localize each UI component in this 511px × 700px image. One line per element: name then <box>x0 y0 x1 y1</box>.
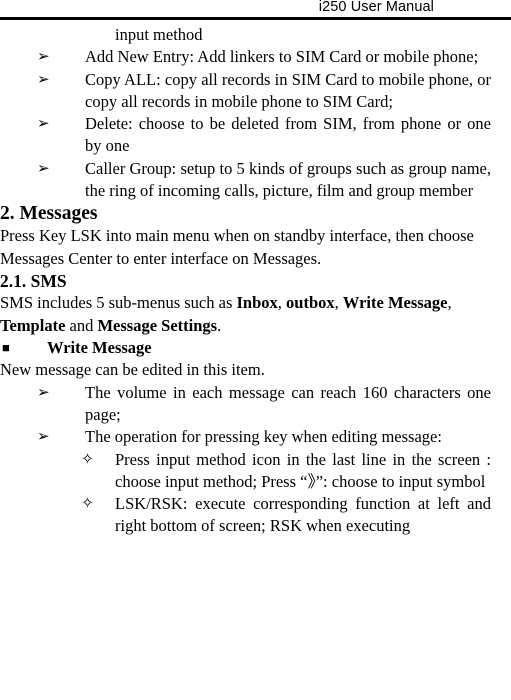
list-item-label: The operation for pressing key when edit… <box>85 427 442 447</box>
list-item: ➢ The volume in each message can reach 1… <box>0 382 491 427</box>
menu-name-template: Template <box>0 315 66 335</box>
square-bullet-icon: ■ <box>2 340 10 356</box>
header-title: i250 User Manual <box>318 0 434 15</box>
arrow-bullet-icon: ➢ <box>37 49 50 66</box>
separator: . <box>217 315 222 335</box>
list-item: ➢ Caller Group: setup to 5 kinds of grou… <box>0 158 491 203</box>
separator: , <box>334 293 343 313</box>
page-body: input method ➢ Add New Entry: Add linker… <box>0 24 511 538</box>
list-item-label: Caller Group: setup to 5 kinds of groups… <box>85 158 491 201</box>
arrow-bullet-icon: ➢ <box>37 160 50 177</box>
heading-sms: 2.1. SMS <box>0 270 67 291</box>
separator: and <box>65 315 98 335</box>
list-item: ➢ Delete: choose to be deleted from SIM,… <box>0 113 491 158</box>
separator: , <box>447 293 452 313</box>
list-item: ➢ Add New Entry: Add linkers to SIM Card… <box>0 46 491 68</box>
heading-messages: 2. Messages <box>0 203 98 225</box>
list-item-label: The volume in each message can reach 160… <box>85 382 491 424</box>
sms-intro-text: SMS includes 5 sub-menus such as <box>0 293 237 313</box>
list-item: ➢ Copy ALL: copy all records in SIM Card… <box>0 69 491 114</box>
list-item: ✧ LSK/RSK: execute corresponding functio… <box>0 493 491 538</box>
list-item: ➢ The operation for pressing key when ed… <box>0 426 491 448</box>
subheading-label: Write Message <box>47 338 152 358</box>
paragraph-messages-intro: Press Key LSK into main menu when on sta… <box>0 226 474 268</box>
subheading-write-message: ■ Write Message <box>0 337 491 359</box>
arrow-bullet-icon: ➢ <box>37 384 50 401</box>
arrow-bullet-icon: ➢ <box>37 116 50 133</box>
header-divider <box>0 17 511 20</box>
menu-name-outbox: outbox <box>286 293 335 313</box>
orphan-continuation-line: input method <box>115 25 203 44</box>
diamond-bullet-icon: ✧ <box>81 450 94 468</box>
list-item-label: Press input method icon in the last line… <box>115 449 491 491</box>
menu-name-write-message: Write Message <box>342 293 448 313</box>
document-page: i250 User Manual input method ➢ Add New … <box>0 0 511 700</box>
separator: , <box>277 293 287 313</box>
list-item-label: Add New Entry: Add linkers to SIM Card o… <box>85 47 479 67</box>
paragraph-sms-intro: SMS includes 5 sub-menus such as Inbox, … <box>0 292 491 337</box>
arrow-bullet-icon: ➢ <box>37 429 50 446</box>
diamond-bullet-icon: ✧ <box>81 495 94 513</box>
menu-name-inbox: Inbox <box>236 293 278 313</box>
list-item-label: Delete: choose to be deleted from SIM, f… <box>85 114 491 156</box>
list-item-label: LSK/RSK: execute corresponding function … <box>115 494 491 536</box>
list-item: ✧ Press input method icon in the last li… <box>0 449 491 494</box>
menu-name-message-settings: Message Settings <box>97 315 218 335</box>
list-item-label: Copy ALL: copy all records in SIM Card t… <box>85 69 491 111</box>
paragraph-write-message-intro: New message can be edited in this item. <box>0 360 265 380</box>
page-header: i250 User Manual <box>0 0 511 20</box>
arrow-bullet-icon: ➢ <box>37 71 50 88</box>
